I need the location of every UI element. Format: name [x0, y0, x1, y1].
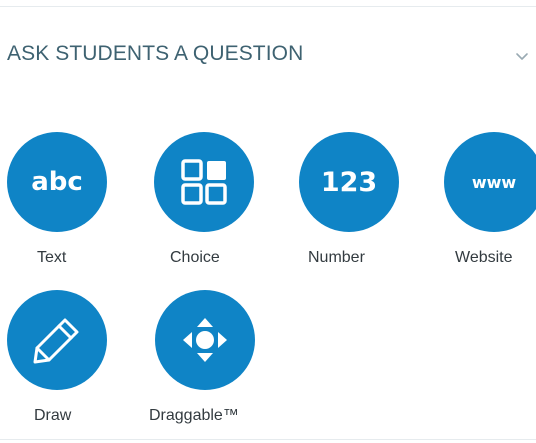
move-arrows-icon — [155, 290, 255, 390]
tile-label-number: Number — [308, 249, 365, 266]
bottom-divider — [0, 439, 536, 440]
tile-draggable[interactable]: Draggable™ — [149, 290, 265, 430]
section-title: ASK STUDENTS A QUESTION — [7, 42, 304, 65]
website-icon: www — [444, 132, 536, 232]
tile-label-website: Website — [455, 249, 513, 266]
tile-label-draggable: Draggable™ — [149, 407, 239, 424]
section-header-toggle[interactable]: ASK STUDENTS A QUESTION — [0, 30, 536, 82]
tile-website[interactable]: www Website — [444, 132, 536, 272]
tile-label-draw: Draw — [34, 407, 72, 424]
choice-grid-icon — [154, 132, 254, 232]
pencil-glyph — [33, 318, 79, 364]
choice-grid-glyph — [181, 159, 227, 205]
move-arrows-glyph — [183, 318, 227, 362]
website-icon-glyph: www — [471, 172, 517, 192]
tile-text[interactable]: abc Text — [7, 132, 117, 272]
pencil-icon — [7, 290, 107, 390]
number-icon-glyph: 123 — [320, 166, 378, 198]
tile-label-text: Text — [37, 249, 67, 266]
tile-choice[interactable]: Choice — [154, 132, 264, 272]
number-icon: 123 — [299, 132, 399, 232]
tile-draw[interactable]: Draw — [7, 290, 117, 430]
text-icon: abc — [7, 132, 107, 232]
tile-label-choice: Choice — [170, 249, 220, 266]
text-icon-glyph: abc — [31, 167, 83, 197]
top-divider — [0, 6, 536, 7]
tile-number[interactable]: 123 Number — [299, 132, 409, 272]
chevron-down-icon[interactable] — [515, 52, 529, 62]
